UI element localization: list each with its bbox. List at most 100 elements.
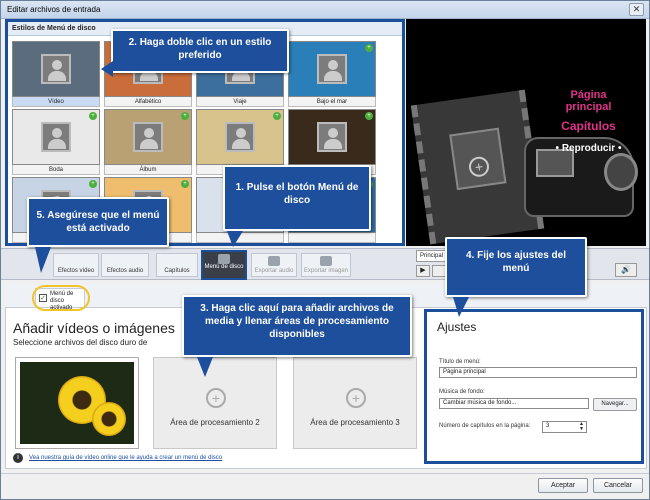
callout-2-pointer	[101, 61, 113, 77]
window-title: Editar archivos de entrada	[7, 5, 101, 14]
callout-3-pointer	[197, 357, 213, 377]
callout-4: 4. Fije los ajustes del menú	[445, 237, 587, 297]
chapters-count-spinner[interactable]: 3 ▲ ▼	[542, 421, 587, 433]
processing-area-2-label: Área de procesamiento 2	[170, 418, 260, 427]
settings-title: Ajustes	[437, 320, 477, 334]
video-effects-button[interactable]: Efectos vídeo	[53, 253, 99, 277]
style-thumbnail: +	[12, 109, 100, 165]
style-item-label: Bajo el mar	[288, 97, 376, 107]
callout-3: 3. Haga clic aquí para añadir archivos d…	[182, 295, 412, 357]
callout-2-text: 2. Haga doble clic en un estilo preferid…	[128, 37, 272, 61]
avatar-placeholder-icon	[133, 122, 163, 152]
info-icon: i	[13, 453, 23, 463]
chapters-button[interactable]: Capítulos	[156, 253, 198, 277]
media-thumbnail	[20, 362, 134, 444]
processing-area-3-label: Área de procesamiento 3	[310, 418, 400, 427]
volume-icon[interactable]: 🔊	[615, 263, 637, 277]
add-badge-icon: +	[89, 180, 97, 188]
style-item[interactable]: + Álbum	[104, 109, 192, 175]
style-thumbnail: +	[288, 41, 376, 97]
style-thumbnail: +	[104, 109, 192, 165]
processing-area-1[interactable]	[15, 357, 139, 449]
avatar-placeholder-icon	[225, 122, 255, 152]
video-effects-label: Efectos vídeo	[57, 268, 95, 274]
avatar-placeholder-icon	[41, 122, 71, 152]
style-item[interactable]: Vídeo	[12, 41, 100, 107]
preview-title-line2: principal	[565, 101, 612, 113]
style-thumbnail	[12, 41, 100, 97]
add-media-heading: Añadir vídeos o imágenes	[13, 320, 175, 336]
style-item-label	[288, 233, 376, 243]
callout-5-text: 5. Asegúrese que el menú está activado	[36, 210, 160, 234]
callout-5-pointer	[35, 247, 51, 273]
dialog-window: Editar archivos de entrada ✕ Estilos de …	[0, 0, 650, 500]
callout-2: 2. Haga doble clic en un estilo preferid…	[111, 29, 289, 73]
sunflower-image-small	[92, 402, 126, 436]
processing-area-2[interactable]: + Área de procesamiento 2	[153, 357, 277, 449]
title-bar: Editar archivos de entrada ✕	[1, 1, 649, 19]
disc-menu-icon	[218, 254, 230, 264]
disc-menu-button[interactable]: Menú de disco	[201, 250, 247, 280]
export-audio-icon	[268, 256, 280, 266]
chapters-count-value: 3	[546, 423, 550, 429]
callout-3-text: 3. Haga clic aquí para añadir archivos d…	[200, 303, 394, 340]
export-image-icon	[320, 256, 332, 266]
preview-title: Página principal	[526, 89, 646, 113]
preview-play: • Reproducir •	[555, 143, 622, 154]
play-button[interactable]: ▶	[416, 265, 430, 277]
toggle-highlight-ring	[32, 285, 90, 311]
add-badge-icon: +	[181, 112, 189, 120]
preview-title-line1: Página	[570, 89, 607, 101]
menu-title-input[interactable]: Página principal	[439, 367, 637, 378]
music-input[interactable]: Cambiar música de fondo...	[439, 398, 589, 409]
audio-effects-label: Efectos audio	[106, 268, 144, 274]
menu-preview: + Página principal Capítulos • Reproduci…	[406, 19, 646, 246]
add-icon: +	[206, 388, 226, 408]
chapters-count-label: Número de capítulos en la página:	[439, 423, 531, 429]
callout-5: 5. Asegúrese que el menú está activado	[27, 197, 169, 247]
style-item[interactable]: + Bajo el mar	[288, 41, 376, 107]
preview-chapters: Capítulos	[561, 119, 616, 133]
style-thumbnail: +	[288, 109, 376, 165]
callout-1-pointer	[227, 231, 243, 247]
callout-4-text: 4. Fije los ajustes del menú	[465, 250, 567, 274]
style-thumbnail: +	[196, 109, 284, 165]
callout-4-pointer	[453, 297, 469, 317]
audio-effects-button[interactable]: Efectos audio	[101, 253, 149, 277]
music-label: Música de fondo:	[439, 389, 485, 395]
avatar-placeholder-icon	[41, 54, 71, 84]
add-icon: +	[346, 388, 366, 408]
processing-area-3[interactable]: + Área de procesamiento 3	[293, 357, 417, 449]
add-badge-icon: +	[89, 112, 97, 120]
export-audio-button[interactable]: Exportar audio	[251, 253, 297, 277]
add-badge-icon: +	[181, 180, 189, 188]
chapters-label: Capítulos	[164, 268, 190, 274]
disc-menu-label: Menú de disco	[204, 264, 244, 270]
add-media-subheading: Seleccione archivos del disco duro de	[13, 338, 148, 347]
avatar-placeholder-icon	[317, 122, 347, 152]
export-image-label: Exportar imagen	[303, 268, 349, 274]
style-item-label: Viaje	[196, 97, 284, 107]
add-badge-icon: +	[365, 44, 373, 52]
video-guide-link[interactable]: Vea nuestra guía de vídeo online que le …	[29, 455, 222, 461]
browse-button[interactable]: Navegar...	[593, 398, 637, 411]
settings-panel: Ajustes Título de menú: Página principal…	[424, 309, 644, 464]
style-item[interactable]: + Boda	[12, 109, 100, 175]
camera-lens	[604, 153, 638, 191]
callout-1: 1. Pulse el botón Menú de disco	[223, 165, 371, 231]
style-item-label: Alfabético	[104, 97, 192, 107]
avatar-placeholder-icon	[317, 54, 347, 84]
export-image-button[interactable]: Exportar imagen	[301, 253, 351, 277]
export-audio-label: Exportar audio	[254, 268, 294, 274]
style-item-label: Vídeo	[12, 97, 100, 107]
spinner-arrows-icon[interactable]: ▲ ▼	[579, 422, 584, 432]
add-badge-icon: +	[365, 112, 373, 120]
callout-1-text: 1. Pulse el botón Menú de disco	[235, 182, 359, 206]
close-button[interactable]: ✕	[629, 3, 644, 16]
style-item-label: Álbum	[104, 165, 192, 175]
cancel-button[interactable]: Cancelar	[593, 478, 643, 493]
style-item-label: Boda	[12, 165, 100, 175]
menu-title-label: Título de menú:	[439, 359, 481, 365]
accept-button[interactable]: Aceptar	[538, 478, 588, 493]
stop-button[interactable]	[432, 265, 446, 277]
